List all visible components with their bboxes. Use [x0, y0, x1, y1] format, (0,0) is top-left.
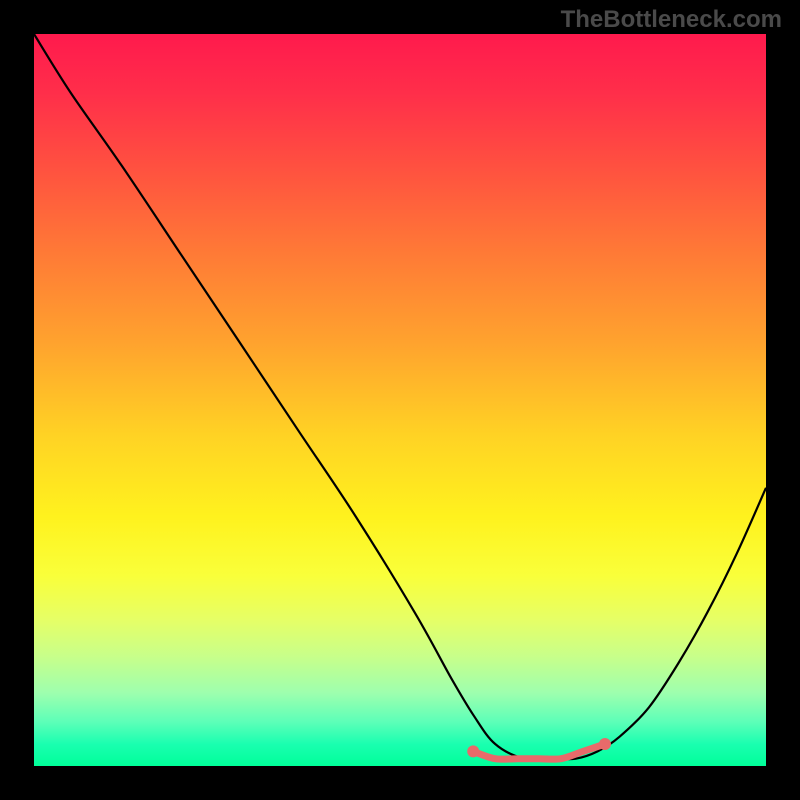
optimal-highlight-dot	[467, 745, 479, 757]
optimal-highlight-dot	[599, 738, 611, 750]
chart-svg	[34, 34, 766, 766]
bottleneck-curve-path	[34, 34, 766, 760]
chart-plot-area	[34, 34, 766, 766]
watermark-text: TheBottleneck.com	[561, 6, 782, 34]
